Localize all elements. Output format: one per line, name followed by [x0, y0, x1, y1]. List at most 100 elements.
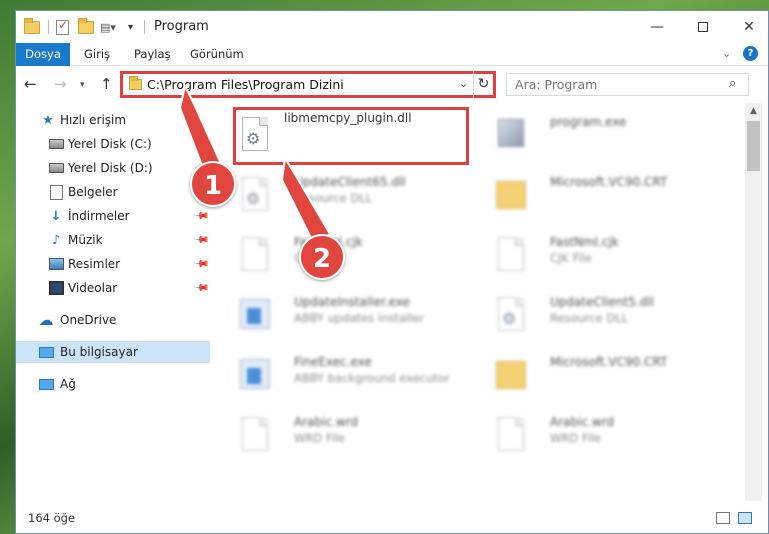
star-icon: ★ — [42, 112, 54, 128]
maximize-icon — [698, 22, 708, 32]
folder-icon — [496, 177, 528, 217]
sidebar-item-drive-d[interactable]: Yerel Disk (D:) 📌 — [16, 157, 210, 179]
file-item[interactable]: FastNml.cjk CJK File — [236, 229, 476, 287]
file-item[interactable]: program.exe — [492, 109, 732, 167]
folder-icon — [496, 357, 528, 397]
tab-view[interactable]: Görünüm — [180, 43, 254, 66]
view-options-icon[interactable]: ▤▾ — [100, 18, 116, 36]
cloud-icon: ☁ — [38, 311, 54, 329]
music-icon: ♪ — [51, 232, 61, 248]
file-item[interactable]: Microsoft.VC90.CRT — [492, 169, 732, 227]
videos-icon — [48, 280, 64, 296]
address-path[interactable]: C:\Program Files\Program Dizini — [147, 77, 344, 92]
file-item[interactable]: UpdateInstaller.exe ABBY updates install… — [236, 289, 476, 347]
pin-icon: 📌 — [192, 207, 210, 225]
tab-file[interactable]: Dosya — [16, 43, 70, 66]
step-2-badge: 2 — [299, 234, 345, 280]
recent-locations-chevron-icon[interactable]: ▾ — [80, 80, 85, 90]
file-icon — [240, 417, 272, 457]
tab-home[interactable]: Giriş — [74, 43, 120, 66]
search-input[interactable]: Ara: Program ⌕ — [506, 73, 749, 96]
sidebar-item-label: OneDrive — [60, 313, 117, 327]
divider — [144, 20, 145, 34]
navigation-pane: ★ Hızlı erişim Yerel Disk (C:) 📌 Yerel D… — [16, 103, 210, 501]
drive-icon — [48, 136, 64, 152]
sidebar-item-music[interactable]: ♪ Müzik 📌 — [16, 229, 210, 251]
search-placeholder: Ara: Program — [515, 77, 598, 92]
divider — [48, 20, 49, 34]
sidebar-item-label: Bu bilgisayar — [60, 345, 138, 359]
window-title: Program — [154, 19, 209, 34]
step-1-badge: 1 — [190, 161, 236, 207]
exe-icon — [240, 357, 272, 397]
sidebar-item-drive-c[interactable]: Yerel Disk (C:) 📌 — [16, 133, 210, 155]
file-item[interactable]: ⚙ UpdateClient5.dll Resource DLL — [492, 289, 732, 347]
back-arrow-icon[interactable]: ← — [24, 75, 37, 93]
navigation-bar: ← → ▾ ↑ C:\Program Files\Program Dizini … — [16, 67, 768, 103]
properties-icon[interactable] — [56, 18, 69, 36]
sidebar-item-videos[interactable]: Videolar 📌 — [16, 277, 210, 299]
exe-icon — [240, 297, 272, 337]
tab-share[interactable]: Paylaş — [124, 43, 181, 66]
file-item-libmemcpy-plugin-dll[interactable]: ⚙ libmemcpy_plugin.dll — [236, 109, 476, 167]
file-item[interactable]: Arabic.wrd WRD File — [492, 409, 732, 467]
quick-access-item[interactable]: ★ Hızlı erişim — [16, 109, 210, 131]
minimize-button[interactable]: — — [634, 11, 680, 43]
file-name: program.exe — [550, 115, 627, 129]
sidebar-item-this-pc[interactable]: Bu bilgisayar — [16, 341, 210, 363]
folder-icon — [24, 17, 40, 36]
details-view-icon[interactable] — [716, 512, 730, 524]
item-count: 164 öğe — [28, 511, 76, 525]
dll-gear-icon: ⚙ — [240, 117, 272, 157]
file-type: WRD File — [294, 431, 346, 445]
exe-icon — [496, 117, 528, 157]
pin-icon: 📌 — [192, 255, 210, 273]
file-icon — [496, 417, 528, 457]
maximize-button[interactable] — [680, 11, 726, 43]
quick-access-label: Hızlı erişim — [60, 113, 127, 127]
pictures-icon — [48, 256, 64, 272]
file-type: Resource DLL — [550, 311, 629, 325]
sidebar-item-onedrive[interactable]: ☁ OneDrive — [16, 309, 210, 331]
sidebar-item-documents[interactable]: Belgeler 📌 — [16, 181, 210, 203]
refresh-icon[interactable]: ↻ — [473, 71, 493, 98]
file-item[interactable]: FineExec.exe ABBY background executor — [236, 349, 476, 407]
scroll-up-arrow-icon[interactable]: ▲ — [745, 103, 762, 120]
file-item[interactable]: FastNml.cjk CJK File — [492, 229, 732, 287]
file-name: UpdateClient5.dll — [550, 295, 654, 309]
up-arrow-icon[interactable]: ↑ — [100, 75, 113, 93]
address-bar[interactable]: C:\Program Files\Program Dizini ⌄ ↻ — [120, 71, 496, 98]
downloads-icon: ↓ — [50, 208, 62, 224]
pin-icon: 📌 — [192, 279, 210, 297]
sidebar-item-label: Yerel Disk (C:) — [68, 137, 152, 151]
forward-arrow-icon[interactable]: → — [54, 75, 67, 93]
file-item[interactable]: ⚙ UpdateClient65.dll Resource DLL — [236, 169, 476, 227]
file-type: Resource DLL — [294, 191, 373, 205]
scroll-thumb[interactable] — [747, 121, 760, 171]
sidebar-item-network[interactable]: Ağ — [16, 373, 210, 395]
file-name: libmemcpy_plugin.dll — [284, 111, 412, 125]
sidebar-item-downloads[interactable]: ↓ İndirmeler 📌 — [16, 205, 210, 227]
file-icon — [240, 237, 272, 277]
dll-gear-icon: ⚙ — [496, 297, 528, 337]
file-name: Microsoft.VC90.CRT — [550, 175, 668, 189]
file-name: FastNml.cjk — [550, 235, 619, 249]
pin-icon: 📌 — [192, 231, 210, 249]
file-name: Arabic.wrd — [294, 415, 359, 429]
address-dropdown-chevron-icon[interactable]: ⌄ — [459, 77, 468, 90]
file-item[interactable]: Microsoft.VC90.CRT — [492, 349, 732, 407]
help-icon[interactable]: ? — [743, 46, 758, 61]
new-folder-icon[interactable] — [78, 17, 94, 36]
sidebar-item-label: Müzik — [68, 233, 103, 247]
network-icon — [38, 376, 54, 392]
vertical-scrollbar[interactable]: ▲ — [745, 103, 762, 501]
drive-icon — [48, 160, 64, 176]
file-name: FineExec.exe — [294, 355, 372, 369]
close-button[interactable]: ✕ — [726, 11, 768, 43]
large-icons-view-icon[interactable] — [738, 512, 752, 524]
expand-ribbon-chevron-icon[interactable]: ⌄ — [722, 47, 731, 60]
file-item[interactable]: Arabic.wrd WRD File — [236, 409, 476, 467]
sidebar-item-pictures[interactable]: Resimler 📌 — [16, 253, 210, 275]
search-icon[interactable]: ⌕ — [729, 76, 736, 91]
customize-toolbar-dropdown-icon[interactable]: ▾ — [128, 18, 133, 36]
